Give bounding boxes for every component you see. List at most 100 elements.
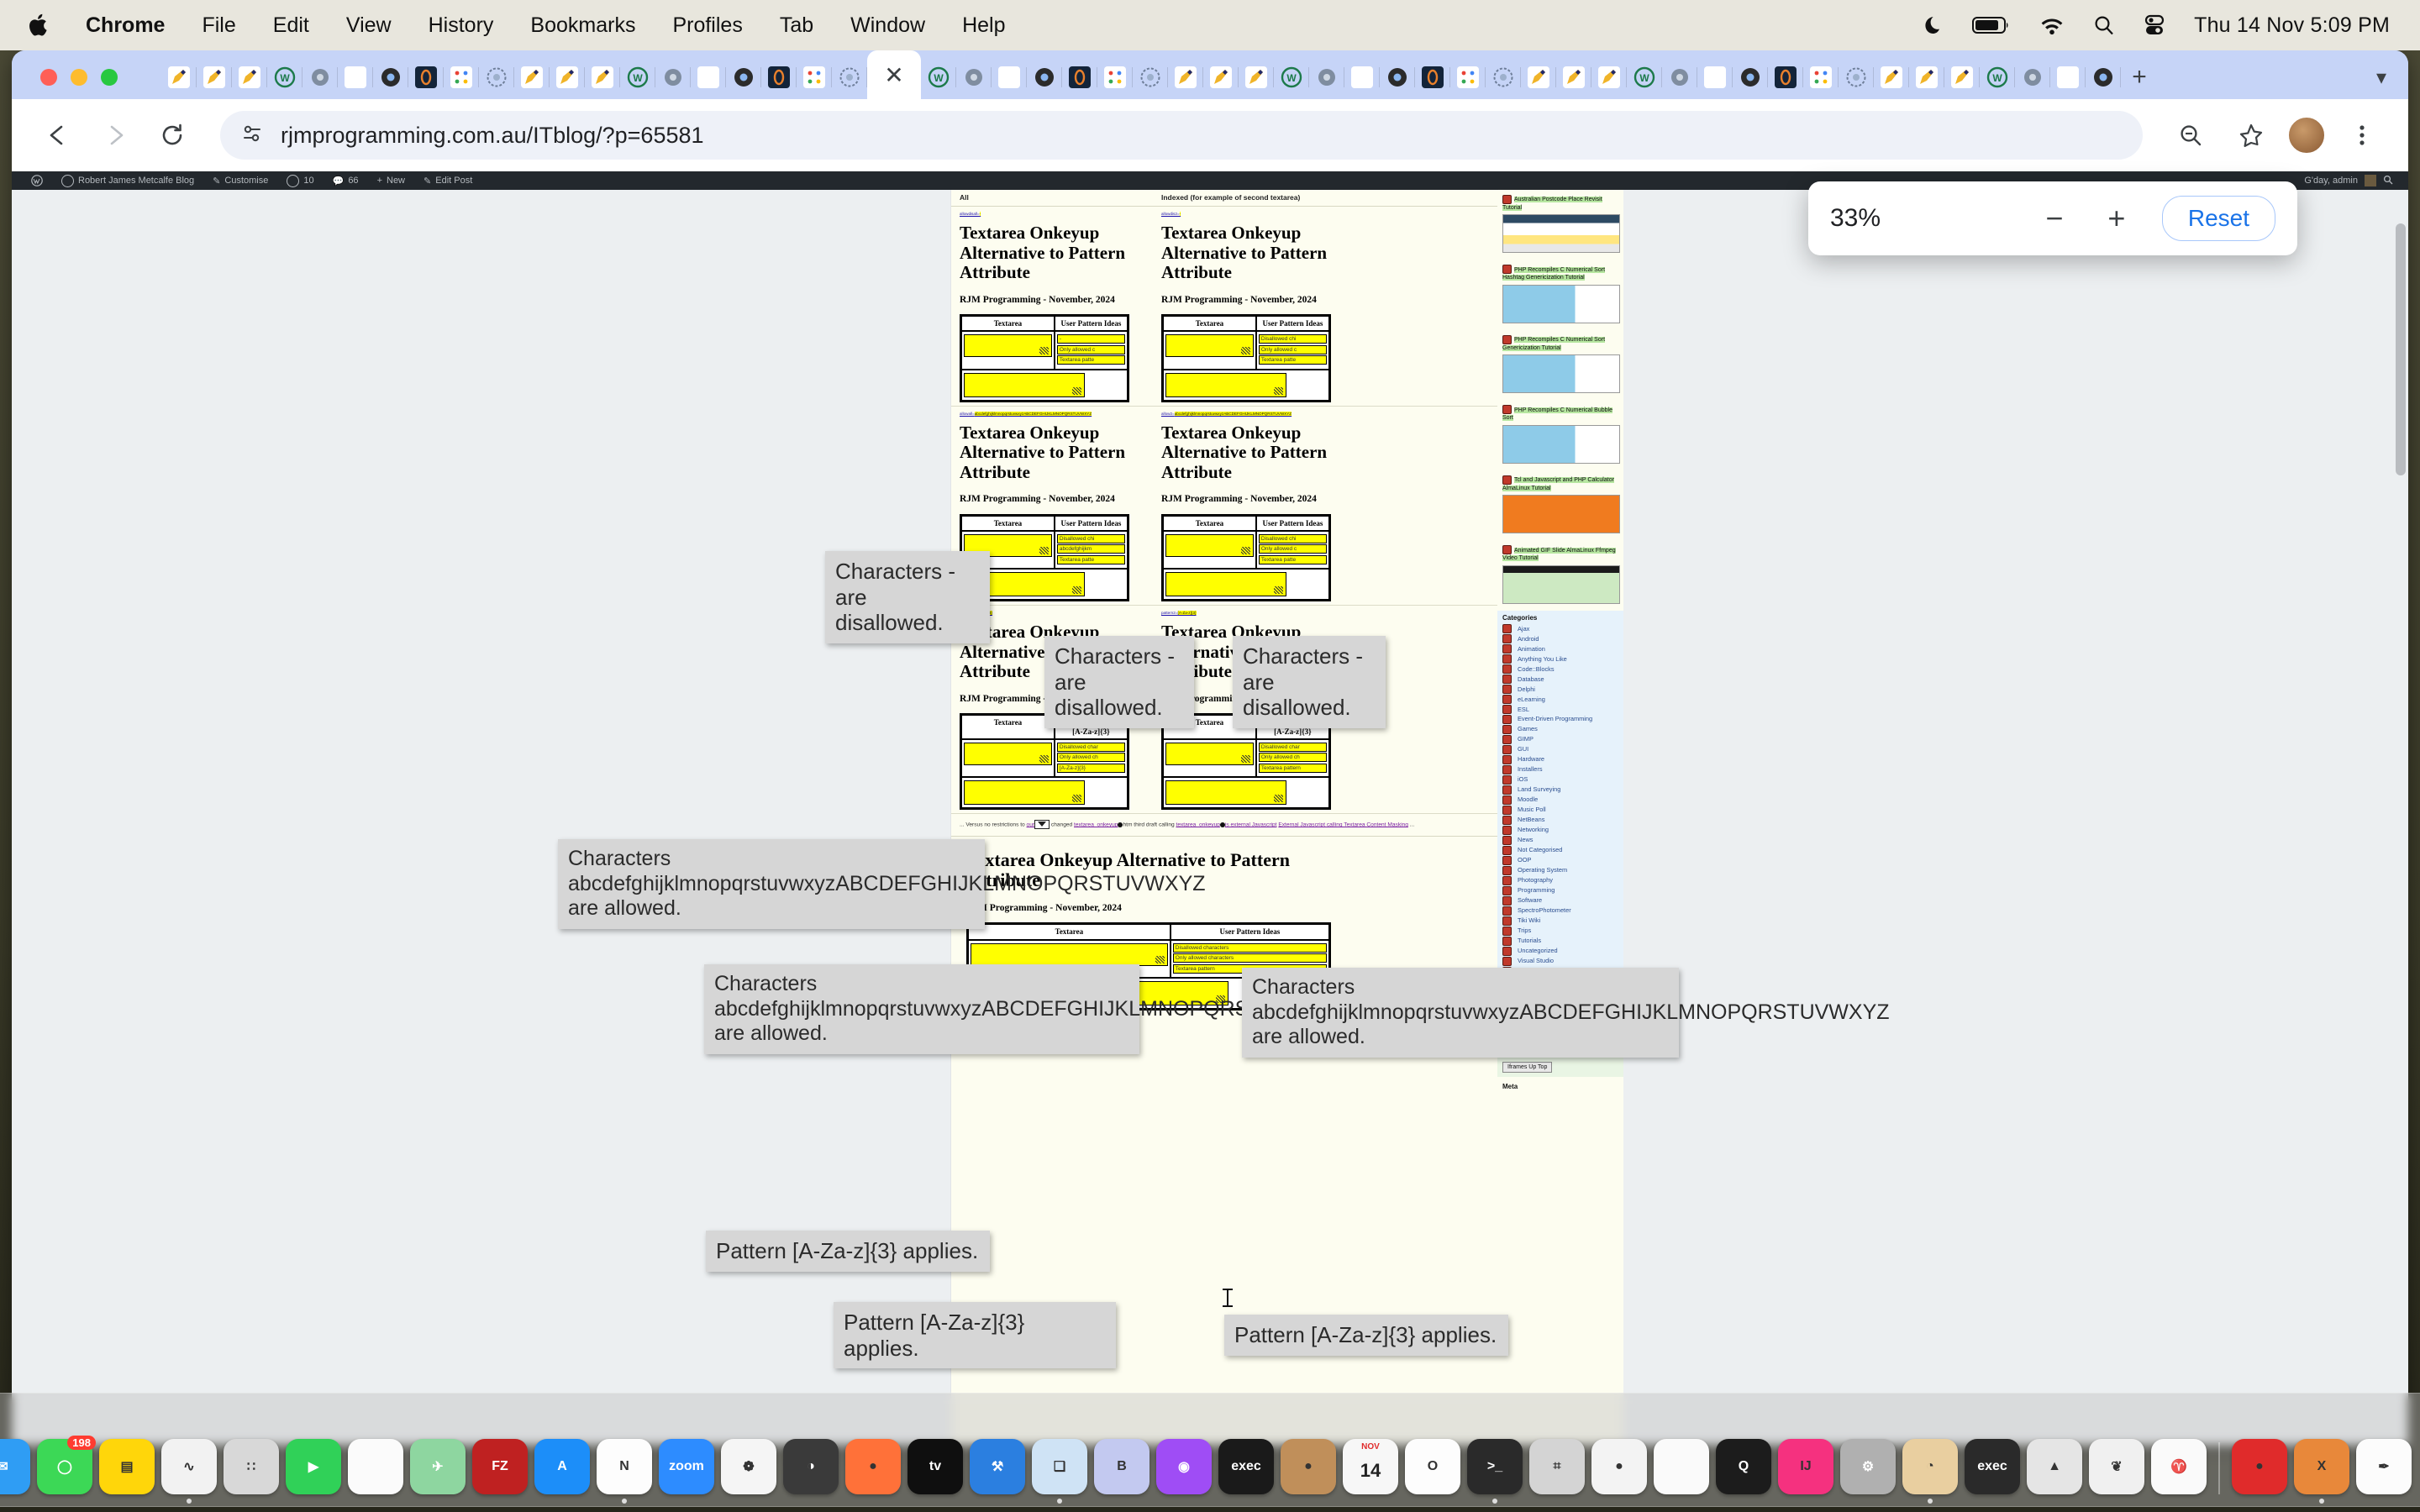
- category-label[interactable]: Operating System: [1518, 865, 1567, 875]
- dock-icon-maps[interactable]: ✈: [410, 1439, 466, 1494]
- tab-item[interactable]: W: [1627, 55, 1662, 99]
- dock-icon-news[interactable]: N: [597, 1439, 652, 1494]
- pattern-button-1[interactable]: Only allowed ch: [1258, 753, 1327, 763]
- dock-icon-tooth[interactable]: ♈: [2151, 1439, 2207, 1494]
- menu-item-tab[interactable]: Tab: [761, 0, 832, 50]
- tab-item[interactable]: [956, 55, 992, 99]
- category-label[interactable]: Moodle: [1518, 795, 1538, 805]
- category-label[interactable]: eLearning: [1518, 695, 1545, 705]
- tab-item[interactable]: [1909, 55, 1944, 99]
- dock-icon-settings-gear[interactable]: ⚙: [1840, 1439, 1896, 1494]
- pattern-button-0[interactable]: Disallowed chi: [1258, 334, 1327, 344]
- category-label[interactable]: Tutorials: [1518, 936, 1541, 946]
- recent-post-thumbnail[interactable]: [1502, 424, 1620, 464]
- tab-item[interactable]: [161, 55, 197, 99]
- tab-active[interactable]: ✕: [867, 50, 921, 99]
- zoom-in-button[interactable]: +: [2100, 203, 2133, 234]
- recent-post-title[interactable]: Tcl and Javascript and PHP Calculator Al…: [1502, 477, 1614, 491]
- dock-icon-preview[interactable]: ❑: [1032, 1439, 1087, 1494]
- iframes-up-top-button[interactable]: Iframes Up Top: [1502, 1062, 1553, 1074]
- moon-icon[interactable]: [1922, 13, 1944, 37]
- tab-list-right[interactable]: WWWW: [921, 50, 2121, 99]
- tab-item[interactable]: [408, 55, 444, 99]
- pattern-button-0[interactable]: Disallowed chi: [1056, 533, 1125, 543]
- tab-item[interactable]: [1556, 55, 1591, 99]
- excerpt-link-textarea2[interactable]: textarea_onkeyup: [1176, 822, 1220, 827]
- category-label[interactable]: Uncategorized: [1518, 946, 1558, 956]
- dock-icon-launchpad[interactable]: ∷: [224, 1439, 279, 1494]
- excerpt-link-our[interactable]: our: [1027, 822, 1035, 827]
- textarea-input[interactable]: [971, 942, 1168, 966]
- category-item[interactable]: NetBeans: [1502, 815, 1618, 825]
- textarea-output[interactable]: [1165, 572, 1287, 597]
- dock-icon-screen-recorder[interactable]: ●: [2232, 1439, 2287, 1494]
- category-item[interactable]: Networking: [1502, 825, 1618, 835]
- menu-bar-clock[interactable]: Thu 14 Nov 5:09 PM: [2194, 13, 2390, 38]
- maximize-window-button[interactable]: [101, 69, 118, 86]
- category-item[interactable]: SpectroPhotometer: [1502, 906, 1618, 916]
- category-item[interactable]: Anything You Like: [1502, 654, 1618, 664]
- category-item[interactable]: Moodle: [1502, 795, 1618, 805]
- category-label[interactable]: Photography: [1518, 875, 1553, 885]
- dock-icon-textedit[interactable]: [348, 1439, 403, 1494]
- category-label[interactable]: Animation: [1518, 644, 1545, 654]
- category-label[interactable]: Visual Studio: [1518, 956, 1554, 966]
- zoom-magnifier-icon[interactable]: [2166, 111, 2215, 160]
- tab-item[interactable]: W: [620, 55, 655, 99]
- dock-icon-filezilla[interactable]: FZ: [472, 1439, 528, 1494]
- page-scrollbar[interactable]: [2396, 223, 2406, 475]
- recent-post-item[interactable]: PHP Recompiles C Numerical Bubble Sort: [1497, 400, 1623, 470]
- tab-item[interactable]: [514, 55, 550, 99]
- recent-post-item[interactable]: PHP Recompiles C Numerical Sort Generici…: [1497, 330, 1623, 400]
- category-item[interactable]: Installers: [1502, 764, 1618, 774]
- wp-customise[interactable]: ✎ Customise: [203, 176, 277, 186]
- category-item[interactable]: Ajax: [1502, 624, 1618, 634]
- category-item[interactable]: Games: [1502, 724, 1618, 734]
- dock-icon-quicktime[interactable]: Q: [1716, 1439, 1771, 1494]
- category-item[interactable]: Software: [1502, 895, 1618, 906]
- textarea-output[interactable]: [1165, 372, 1287, 397]
- menu-item-profiles[interactable]: Profiles: [654, 0, 760, 50]
- dock-icon-app-store[interactable]: A: [534, 1439, 590, 1494]
- pattern-button-2[interactable]: Textarea patte: [1258, 554, 1327, 564]
- dock-icon-facetime[interactable]: ▶: [286, 1439, 341, 1494]
- dock-icon-terminal-3[interactable]: exec: [1965, 1439, 2020, 1494]
- category-label[interactable]: Android: [1518, 634, 1539, 644]
- pattern-button-1[interactable]: Only allowed ch: [1056, 753, 1125, 763]
- close-window-button[interactable]: [40, 69, 57, 86]
- tab-item[interactable]: [1733, 55, 1768, 99]
- pattern-button-1[interactable]: Only allowed c: [1258, 544, 1327, 554]
- tab-item[interactable]: [585, 55, 620, 99]
- category-item[interactable]: Code::Blocks: [1502, 664, 1618, 675]
- tab-list-left[interactable]: WW: [161, 50, 867, 99]
- pattern-button-2[interactable]: [A-Za-z]{3}: [1056, 763, 1125, 773]
- tab-item[interactable]: W: [1980, 55, 2015, 99]
- tab-item[interactable]: W: [267, 55, 302, 99]
- tab-item[interactable]: [338, 55, 373, 99]
- dock-icon-terminal-2[interactable]: >_: [1467, 1439, 1523, 1494]
- reload-icon[interactable]: [148, 111, 197, 160]
- star-icon[interactable]: [2227, 111, 2275, 160]
- tab-item[interactable]: [1450, 55, 1486, 99]
- category-label[interactable]: OOP: [1518, 855, 1531, 865]
- category-item[interactable]: Android: [1502, 634, 1618, 644]
- tab-item[interactable]: [1027, 55, 1062, 99]
- url-text[interactable]: rjmprogramming.com.au/ITblog/?p=65581: [281, 123, 704, 149]
- wordpress-icon[interactable]: [22, 175, 52, 186]
- tab-item[interactable]: W: [1274, 55, 1309, 99]
- category-item[interactable]: Not Categorised: [1502, 845, 1618, 855]
- category-item[interactable]: GIMP: [1502, 734, 1618, 744]
- recent-post-title[interactable]: PHP Recompiles C Numerical Sort Generici…: [1502, 337, 1606, 351]
- search-icon[interactable]: [2383, 175, 2393, 187]
- textarea-output[interactable]: [1165, 780, 1287, 806]
- tab-item[interactable]: [761, 55, 797, 99]
- dock-icon-inkscape[interactable]: ❦: [2089, 1439, 2144, 1494]
- tab-item[interactable]: [1380, 55, 1415, 99]
- category-item[interactable]: Land Surveying: [1502, 785, 1618, 795]
- pattern-button-1[interactable]: Only allowed c: [1258, 344, 1327, 354]
- tab-item[interactable]: [232, 55, 267, 99]
- dock-icon-intellij[interactable]: IJ: [1778, 1439, 1833, 1494]
- category-label[interactable]: Games: [1518, 724, 1538, 734]
- category-item[interactable]: OOP: [1502, 855, 1618, 865]
- tab-item[interactable]: [655, 55, 691, 99]
